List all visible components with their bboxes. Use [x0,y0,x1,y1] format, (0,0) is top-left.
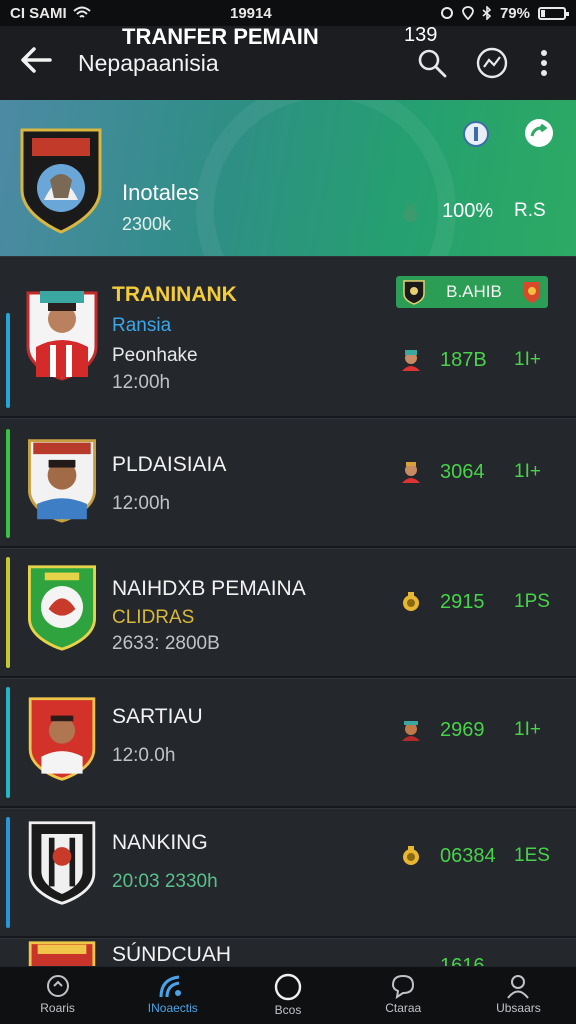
featured-percent: 100% [442,200,494,222]
row-subtitle: CLIDRAS [112,607,195,628]
featured-stat: R.S [514,200,546,221]
row-suffix: 1I+ [514,461,541,482]
player-icon [402,462,420,483]
row-title: SARTIAU [112,705,203,728]
club-crest-icon [28,565,96,651]
stats-icon [476,47,508,79]
shield-icon [524,282,540,303]
medal-icon [403,202,417,222]
featured-count: 139 [404,24,438,46]
stats-button[interactable] [472,43,512,83]
search-button[interactable] [412,43,452,83]
signal-icon [159,975,181,998]
bluetooth-icon [482,6,492,20]
row-title: NAIHDXB PEMAINA [112,577,306,600]
list-item[interactable]: SÚNDCUAH 1616 [0,938,576,966]
row-suffix: 1I+ [514,719,541,740]
nav-item-chat[interactable]: Ctaraa [346,967,461,1024]
player-avatar-icon [28,697,96,781]
user-icon [507,975,530,999]
nav-label: Bcos [274,1003,302,1017]
row-value: 187B [440,349,487,371]
trophy-icon [403,846,419,865]
list-item[interactable]: PLDAISIAIA 12:00h 3064 1I+ [0,418,576,546]
accent-bar [6,817,10,928]
nav-item-home[interactable]: Roaris [0,967,115,1024]
circle-icon [274,973,302,1001]
row-value: 3064 [440,461,485,483]
featured-time: 2300k [122,214,172,234]
sync-icon [440,7,453,19]
status-bar: CI SAMI 19914 79% [0,0,576,26]
list-item[interactable]: SARTIAU 12:0.0h 2969 1I+ [0,678,576,806]
club-badge-icon [403,280,425,305]
row-value: 2915 [440,591,485,613]
row-time: 2633: 2800B [112,633,220,654]
row-suffix: 1ES [514,845,550,866]
status-time: 19914 [230,4,272,22]
accent-bar [6,313,10,408]
search-icon [418,49,447,78]
watermark-decoration [196,100,456,256]
nav-item-profile[interactable]: Ubsaars [461,967,576,1024]
player-avatar-icon [28,439,96,523]
row-time: 12:00h [112,372,171,393]
wifi-icon [73,6,91,18]
page-title: Nepapaanisia [78,49,219,76]
accent-bar [6,557,10,668]
row-title: TRANINANK [112,283,237,306]
row-time: 12:0.0h [112,745,176,766]
home-icon [46,975,69,997]
bottom-navigation: Roaris INoaectis Bcos Ctaraa Ubsaars [0,966,576,1024]
club-crest-icon [28,821,96,905]
location-icon [462,6,474,20]
row-title: SÚNDCUAH [112,943,232,966]
list-item[interactable]: NANKING 20:03 2330h 06384 1ES [0,808,576,936]
list-item[interactable]: NAIHDXB PEMAINA CLIDRAS 2633: 2800B 2915… [0,548,576,676]
accent-bar [6,687,10,798]
nav-label: Roaris [40,1001,75,1015]
row-value: 1616 [440,955,485,966]
badge-label: B.AHIB [446,282,502,301]
back-arrow-icon [21,47,52,73]
accent-bar [6,429,10,538]
row-title: PLDAISIAIA [112,453,227,476]
battery-icon [538,6,569,20]
row-value: 2969 [440,719,485,741]
more-options-button[interactable] [532,43,556,83]
nav-label: INoaectis [147,1001,198,1015]
row-value: 06384 [440,845,496,867]
player-icon [402,721,420,741]
nav-item-browse[interactable]: Bcos [230,967,345,1024]
featured-title: TRANFER PEMAIN [122,24,319,49]
club-crest-icon [28,941,96,966]
battery-text: 79% [499,4,530,22]
club-crest-icon [20,128,102,234]
nav-label: Ctaraa [385,1001,422,1015]
row-detail: Peonhake [112,345,198,366]
row-time: 20:03 2330h [112,871,218,892]
chat-icon [392,974,415,999]
status-badge[interactable]: B.AHIB [396,276,548,308]
carrier-label: CI SAMI [10,4,67,22]
row-suffix: 1PS [514,591,550,612]
player-avatar-icon [26,291,98,381]
row-title: NANKING [112,831,208,854]
row-subtitle: Ransia [112,315,172,336]
info-icon[interactable] [462,120,490,148]
nav-item-activity[interactable]: INoaectis [115,967,230,1024]
trophy-icon [403,592,419,611]
featured-subtitle: Inotales [122,180,200,205]
player-icon [402,350,420,371]
back-button[interactable] [20,46,64,80]
row-time: 12:00h [112,493,171,514]
refresh-icon[interactable] [524,118,554,148]
nav-label: Ubsaars [496,1001,541,1015]
more-vertical-icon [541,50,547,76]
row-suffix: 1I+ [514,349,541,370]
